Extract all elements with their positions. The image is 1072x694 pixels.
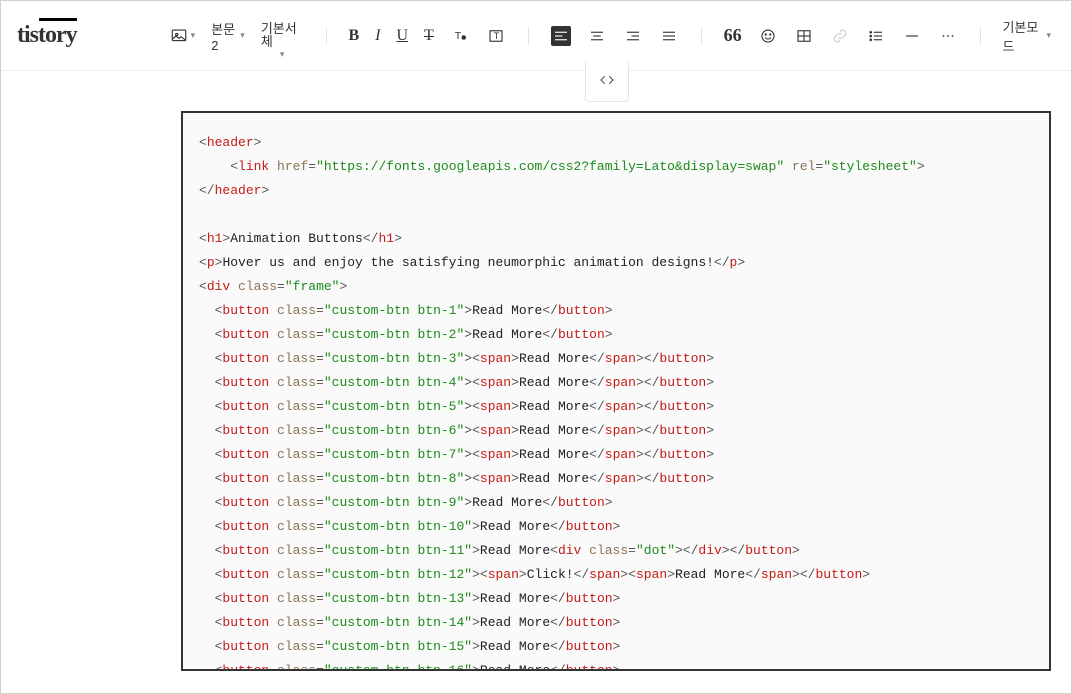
chevron-down-icon: ▾ [280,50,285,59]
align-justify-button[interactable] [655,22,683,50]
editor-area: <header> <link href="https://fonts.googl… [1,71,1071,671]
align-right-icon [623,26,643,46]
textcolor-icon: T [450,26,470,46]
mode-label: 기본모드 [1002,17,1044,55]
chevron-down-icon: ▾ [1046,30,1051,41]
align-left-button[interactable] [547,22,575,50]
table-icon [794,26,814,46]
font-select[interactable]: 기본서체 ▾ [257,22,308,50]
align-justify-icon [659,26,679,46]
separator [980,27,981,45]
hr-button[interactable] [898,22,926,50]
code-icon [598,71,616,92]
separator [701,27,702,45]
svg-text:T: T [494,31,500,41]
bold-button[interactable]: B [344,22,363,50]
link-icon [830,26,850,46]
separator [326,27,327,45]
heading-select[interactable]: 본문2 ▾ [207,22,249,50]
hr-icon [902,26,922,46]
image-insert-button[interactable]: ▾ [165,22,200,50]
emoji-button[interactable] [754,22,782,50]
chevron-down-icon: ▾ [240,30,245,41]
emoji-icon [758,26,778,46]
bgcolor-icon: T [486,26,506,46]
mode-select[interactable]: 기본모드 ▾ [998,22,1055,50]
svg-text:T: T [455,30,462,42]
align-right-button[interactable] [619,22,647,50]
separator [528,27,529,45]
more-button[interactable] [934,22,962,50]
list-button[interactable] [862,22,890,50]
code-editor[interactable]: <header> <link href="https://fonts.googl… [181,111,1051,671]
more-icon [938,26,958,46]
align-left-icon [551,26,571,46]
quote-icon: 66 [724,25,742,46]
align-center-icon [587,26,607,46]
logo: tistory [17,22,77,49]
link-button[interactable] [826,22,854,50]
codeview-tab[interactable] [585,62,629,102]
bold-icon: B [348,27,359,45]
italic-icon: I [375,27,380,45]
italic-button[interactable]: I [371,22,384,50]
bgcolor-button[interactable]: T [482,22,510,50]
chevron-down-icon: ▾ [191,30,196,41]
strike-button[interactable]: T [420,22,438,50]
editor-toolbar: tistory ▾ 본문2 ▾ 기본서체 ▾ B I U T T T 66 기본… [1,1,1071,71]
underline-button[interactable]: U [392,22,412,50]
underline-icon: U [396,27,408,45]
table-button[interactable] [790,22,818,50]
list-icon [866,26,886,46]
image-icon [169,26,189,46]
align-center-button[interactable] [583,22,611,50]
font-label: 기본서체 [261,22,304,48]
quote-button[interactable]: 66 [720,22,746,50]
textcolor-button[interactable]: T [446,22,474,50]
heading-label: 본문2 [211,19,238,53]
strike-icon: T [424,27,434,45]
